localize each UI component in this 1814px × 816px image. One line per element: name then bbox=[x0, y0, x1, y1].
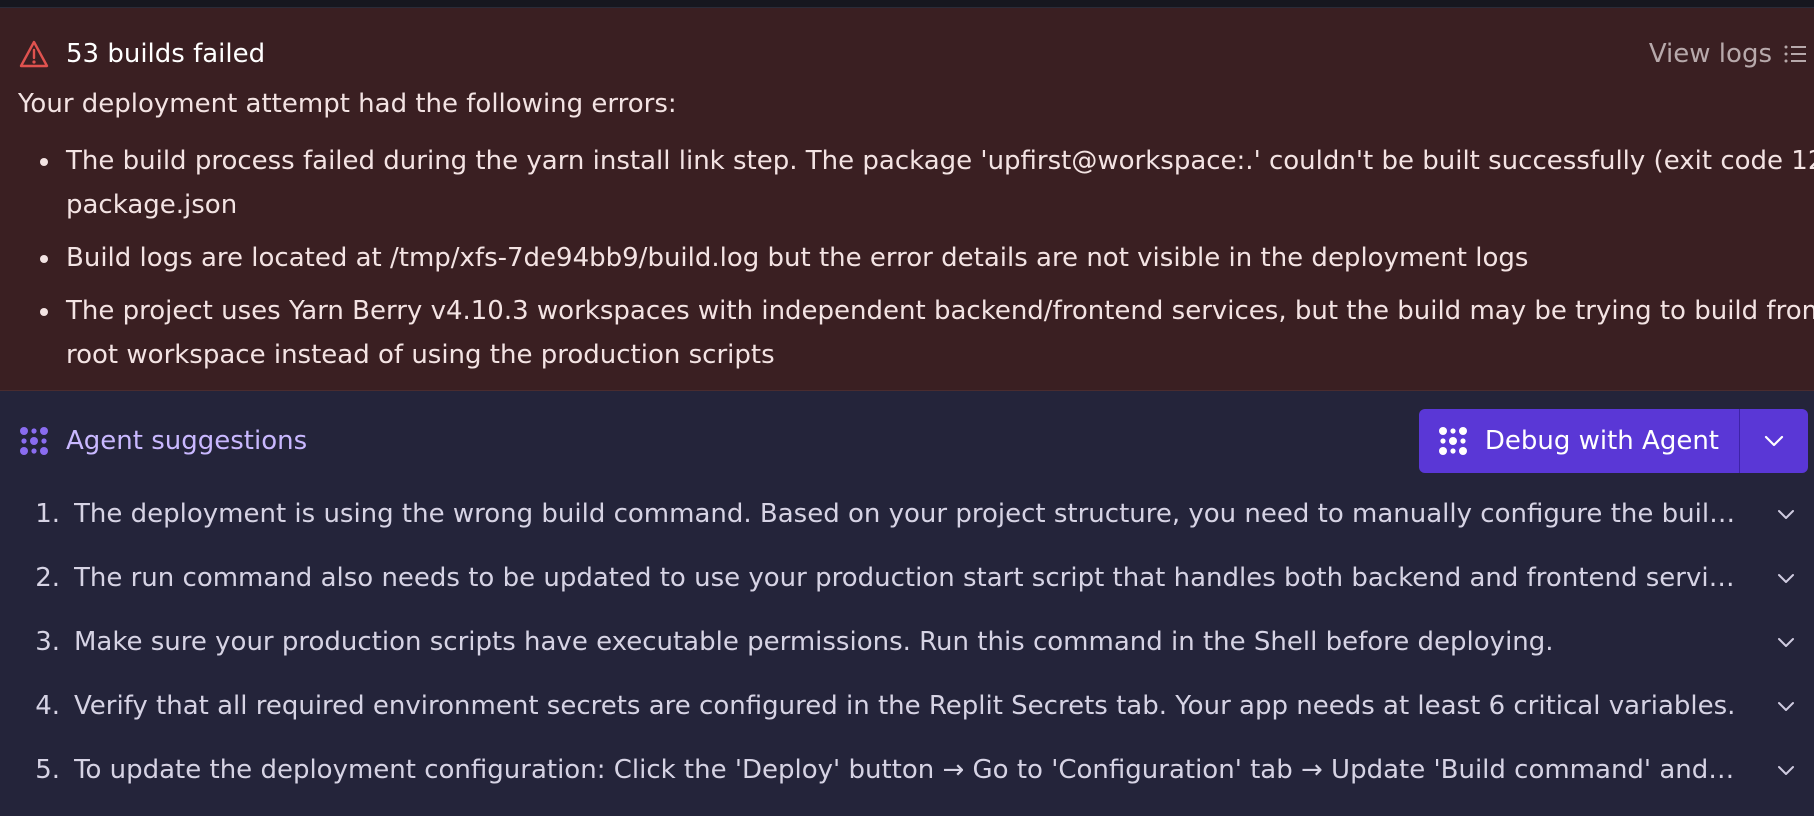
suggestion-text: The run command also needs to be updated… bbox=[74, 563, 1758, 593]
debug-button-label: Debug with Agent bbox=[1484, 426, 1719, 456]
agent-suggestions-panel: Agent suggestions Debug with Agent 1. Th… bbox=[0, 391, 1814, 816]
error-item: The project uses Yarn Berry v4.10.3 work… bbox=[40, 289, 1814, 333]
warning-triangle-icon bbox=[18, 38, 50, 70]
view-logs-button[interactable]: View logs bbox=[1649, 32, 1808, 76]
debug-with-agent-button[interactable]: Debug with Agent bbox=[1418, 409, 1739, 473]
chevron-down-icon bbox=[1764, 432, 1784, 451]
suggestion-text: To update the deployment configuration: … bbox=[74, 755, 1758, 785]
error-intro: Your deployment attempt had the followin… bbox=[18, 89, 677, 119]
suggestion-list: 1. The deployment is using the wrong bui… bbox=[0, 482, 1814, 802]
agent-logo-icon bbox=[1437, 425, 1469, 457]
list-icon bbox=[1782, 41, 1808, 67]
suggestion-text: The deployment is using the wrong build … bbox=[74, 499, 1751, 529]
agent-logo-icon bbox=[18, 425, 50, 457]
chevron-down-icon[interactable] bbox=[1758, 637, 1814, 648]
agent-suggestions-title: Agent suggestions bbox=[66, 426, 308, 456]
view-logs-label: View logs bbox=[1648, 39, 1772, 69]
suggestion-item[interactable]: 3. Make sure your production scripts hav… bbox=[0, 610, 1814, 674]
error-list: The build process failed during the yarn… bbox=[40, 139, 1814, 386]
error-item-text: Build logs are located at /tmp/xfs-7de94… bbox=[66, 243, 1529, 273]
suggestion-number: 1. bbox=[35, 499, 60, 529]
chevron-down-icon[interactable] bbox=[1758, 701, 1814, 712]
build-error-panel: 53 builds failed View logs Your deployme… bbox=[0, 8, 1814, 391]
error-item-continuation: package.json bbox=[66, 183, 1806, 227]
suggestion-number: 5. bbox=[35, 755, 60, 785]
error-item-text: package.json bbox=[66, 190, 238, 220]
error-header: 53 builds failed View logs bbox=[18, 32, 1814, 76]
suggestion-number: 3. bbox=[35, 627, 60, 657]
error-item-text: The build process failed during the yarn… bbox=[66, 146, 1814, 176]
suggestion-item[interactable]: 2. The run command also needs to be upda… bbox=[0, 546, 1814, 610]
error-item-text: root workspace instead of using the prod… bbox=[66, 340, 775, 370]
suggestion-number: 4. bbox=[35, 691, 60, 721]
chevron-down-icon[interactable] bbox=[1758, 765, 1814, 776]
error-item-continuation: root workspace instead of using the prod… bbox=[66, 333, 1806, 377]
debug-options-dropdown[interactable] bbox=[1739, 409, 1808, 473]
chevron-down-icon[interactable] bbox=[1758, 573, 1814, 584]
agent-header: Agent suggestions Debug with Agent bbox=[18, 409, 1808, 473]
error-title: 53 builds failed bbox=[66, 39, 266, 69]
suggestion-text: Verify that all required environment sec… bbox=[74, 691, 1736, 721]
error-item: The build process failed during the yarn… bbox=[40, 139, 1814, 183]
debug-button-group: Debug with Agent bbox=[1418, 409, 1808, 473]
suggestion-item[interactable]: 1. The deployment is using the wrong bui… bbox=[0, 482, 1814, 546]
suggestion-number: 2. bbox=[35, 563, 60, 593]
chevron-down-icon[interactable] bbox=[1758, 509, 1814, 520]
suggestion-item[interactable]: 5. To update the deployment configuratio… bbox=[0, 738, 1814, 802]
error-item: Build logs are located at /tmp/xfs-7de94… bbox=[40, 236, 1806, 280]
window-top-edge bbox=[0, 0, 1814, 8]
error-item-text: The project uses Yarn Berry v4.10.3 work… bbox=[66, 296, 1814, 326]
suggestion-text: Make sure your production scripts have e… bbox=[74, 627, 1554, 657]
suggestion-item[interactable]: 4. Verify that all required environment … bbox=[0, 674, 1814, 738]
